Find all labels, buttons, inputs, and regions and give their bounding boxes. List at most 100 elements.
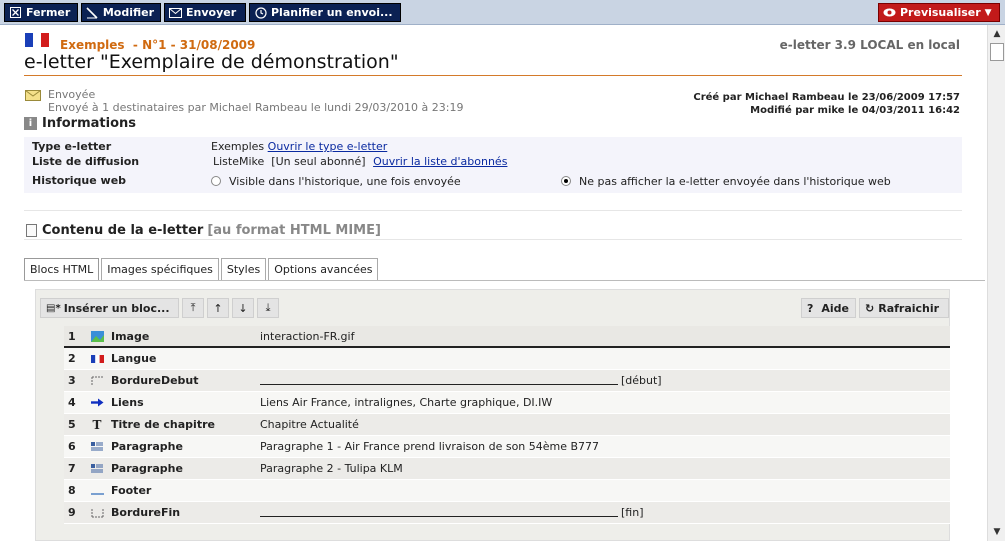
envelope-icon bbox=[169, 6, 182, 19]
version-label: e-letter 3.9 LOCAL en local bbox=[779, 38, 960, 52]
block-row[interactable]: 8 Footer bbox=[64, 480, 950, 502]
created-info: Créé par Michael Rambeau le 23/06/2009 1… bbox=[693, 92, 960, 103]
block-value: Liens Air France, intralignes, Charte gr… bbox=[260, 396, 553, 409]
open-type-link[interactable]: Ouvrir le type e-letter bbox=[268, 140, 388, 153]
help-button[interactable]: ? Aide bbox=[801, 298, 856, 318]
block-number: 3 bbox=[68, 374, 76, 387]
block-row[interactable]: 4 Liens Liens Air France, intralignes, C… bbox=[64, 392, 950, 414]
block-number: 7 bbox=[68, 462, 76, 475]
close-button[interactable]: Fermer bbox=[4, 3, 78, 22]
block-row[interactable]: 6 Paragraphe Paragraphe 1 - Air France p… bbox=[64, 436, 950, 458]
move-bottom-icon: ⤓ bbox=[265, 301, 271, 314]
block-name: Paragraphe bbox=[111, 462, 183, 475]
breadcrumb: Exemples - N°1 - 31/08/2009 bbox=[60, 38, 256, 52]
block-value: Paragraphe 1 - Air France prend livraiso… bbox=[260, 440, 600, 453]
history-option-1-label: Visible dans l'historique, une fois envo… bbox=[229, 175, 461, 188]
type-value: Exemples bbox=[211, 140, 265, 153]
open-list-link[interactable]: Ouvrir la liste d'abonnés bbox=[373, 155, 507, 168]
refresh-button[interactable]: ↻ Rafraichir bbox=[859, 298, 949, 318]
move-top-icon: ⤒ bbox=[190, 301, 196, 314]
block-name: Langue bbox=[111, 352, 157, 365]
arrow-up-icon: ↑ bbox=[213, 301, 223, 315]
block-name: Titre de chapitre bbox=[111, 418, 215, 431]
block-row[interactable]: 1 Image interaction-FR.gif bbox=[64, 326, 950, 348]
move-top-button[interactable]: ⤒ bbox=[182, 298, 204, 318]
preview-label: Previsualiser bbox=[900, 6, 981, 19]
clock-icon bbox=[254, 6, 267, 19]
info-icon: i bbox=[24, 117, 37, 130]
status-text: Envoyé à 1 destinataires par Michael Ram… bbox=[48, 101, 464, 114]
content-heading: Contenu de la e-letter [au format HTML M… bbox=[26, 223, 381, 238]
history-radio-1[interactable] bbox=[211, 176, 221, 186]
scroll-thumb[interactable] bbox=[990, 43, 1004, 61]
content-tabs: Blocs HTML Images spécifiques Styles Opt… bbox=[24, 258, 380, 280]
block-row[interactable]: 9 BordureFin [fin] bbox=[64, 502, 950, 524]
tab-advanced-options[interactable]: Options avancées bbox=[268, 258, 379, 280]
block-value: Chapitre Actualité bbox=[260, 418, 359, 431]
history-option-2-label: Ne pas afficher la e-letter envoyée dans… bbox=[579, 175, 891, 188]
insert-block-label: Insérer un bloc... bbox=[63, 301, 170, 315]
border-start-icon bbox=[90, 375, 104, 387]
tab-styles[interactable]: Styles bbox=[220, 258, 267, 280]
move-up-button[interactable]: ↑ bbox=[207, 298, 229, 318]
close-label: Fermer bbox=[26, 6, 71, 19]
history-option-2[interactable]: Ne pas afficher la e-letter envoyée dans… bbox=[561, 175, 891, 188]
paragraph-icon bbox=[90, 463, 104, 475]
block-number: 1 bbox=[68, 329, 76, 343]
block-number: 6 bbox=[68, 440, 76, 453]
scroll-up-icon[interactable]: ▲ bbox=[991, 28, 1003, 40]
block-value: [fin] bbox=[260, 506, 643, 519]
block-value: [début] bbox=[260, 374, 662, 387]
schedule-button[interactable]: Planifier un envoi... bbox=[249, 3, 401, 22]
vertical-scrollbar[interactable]: ▲ ▼ bbox=[987, 25, 1005, 541]
history-label: Historique web bbox=[32, 174, 127, 187]
flag-icon bbox=[90, 353, 104, 365]
block-name: Footer bbox=[111, 484, 152, 497]
insert-block-button[interactable]: ▤* Insérer un bloc... bbox=[40, 298, 179, 318]
document-icon bbox=[26, 224, 37, 237]
schedule-label: Planifier un envoi... bbox=[271, 6, 393, 19]
type-value-row: Exemples Ouvrir le type e-letter bbox=[211, 140, 387, 153]
informations-panel: Type e-letter Exemples Ouvrir le type e-… bbox=[24, 137, 962, 193]
underline-placeholder bbox=[260, 507, 618, 517]
footer-icon bbox=[90, 485, 104, 497]
eye-icon bbox=[883, 6, 896, 19]
block-row[interactable]: 5 T Titre de chapitre Chapitre Actualité bbox=[64, 414, 950, 436]
block-row[interactable]: 2 Langue bbox=[64, 348, 950, 370]
divider bbox=[24, 239, 962, 240]
tab-html-blocks[interactable]: Blocs HTML bbox=[24, 258, 100, 280]
top-toolbar: Fermer Modifier Envoyer Planifier un env… bbox=[0, 0, 1005, 25]
send-button[interactable]: Envoyer bbox=[164, 3, 246, 22]
blocks-panel: ▤* Insérer un bloc... ⤒ ↑ ↓ ⤓ ? Aide ↻ R… bbox=[35, 289, 950, 541]
image-icon bbox=[90, 330, 104, 342]
send-label: Envoyer bbox=[186, 6, 237, 19]
block-number: 5 bbox=[68, 418, 76, 431]
informations-title: Informations bbox=[42, 116, 137, 131]
block-number: 9 bbox=[68, 506, 76, 519]
history-option-1[interactable]: Visible dans l'historique, une fois envo… bbox=[211, 175, 461, 188]
content-title: Contenu de la e-letter bbox=[42, 223, 204, 238]
tabs-underline bbox=[24, 280, 985, 281]
dropdown-arrow-icon: ▼ bbox=[984, 7, 992, 18]
history-radio-2[interactable] bbox=[561, 176, 571, 186]
block-value-text: [début] bbox=[621, 374, 662, 387]
tab-specific-images[interactable]: Images spécifiques bbox=[101, 258, 219, 280]
move-down-button[interactable]: ↓ bbox=[232, 298, 254, 318]
preview-button[interactable]: Previsualiser ▼ bbox=[878, 3, 1000, 22]
pencil-icon bbox=[86, 6, 99, 19]
scroll-down-icon[interactable]: ▼ bbox=[991, 526, 1003, 538]
block-number: 4 bbox=[68, 396, 76, 409]
title-icon: T bbox=[92, 417, 102, 432]
block-name: Image bbox=[111, 329, 150, 343]
block-value: interaction-FR.gif bbox=[260, 329, 355, 343]
block-value-text: [fin] bbox=[621, 506, 644, 519]
help-icon: ? bbox=[807, 301, 814, 315]
insert-block-icon: ▤* bbox=[46, 302, 61, 314]
divider bbox=[24, 210, 962, 211]
block-row[interactable]: 3 BordureDebut [début] bbox=[64, 370, 950, 392]
block-name: BordureDebut bbox=[111, 374, 199, 387]
move-bottom-button[interactable]: ⤓ bbox=[257, 298, 279, 318]
edit-button[interactable]: Modifier bbox=[81, 3, 161, 22]
french-flag-icon bbox=[25, 33, 49, 47]
block-row[interactable]: 7 Paragraphe Paragraphe 2 - Tulipa KLM bbox=[64, 458, 950, 480]
